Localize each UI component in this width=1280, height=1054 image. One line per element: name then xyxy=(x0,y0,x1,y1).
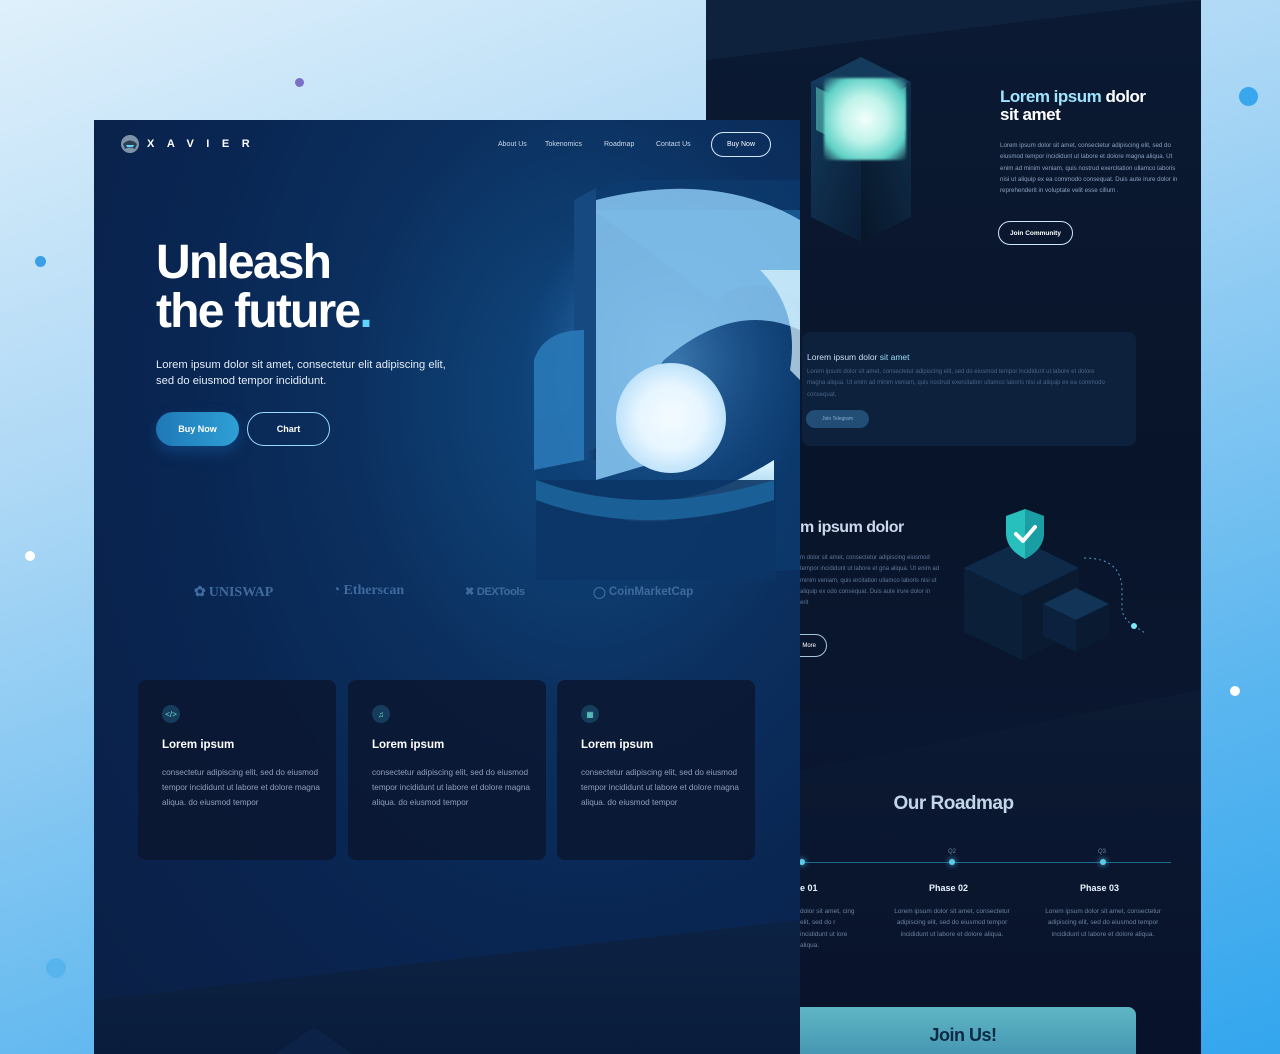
cube-glow xyxy=(824,78,906,160)
decor-dot xyxy=(35,256,46,267)
partner-coinmarketcap[interactable]: ◯ CoinMarketCap xyxy=(593,585,693,599)
helmet-logo-icon xyxy=(121,135,139,153)
feature-text: consectetur adipiscing elit, sed do eius… xyxy=(372,768,530,807)
roadmap-phase-title: e 01 xyxy=(800,883,818,893)
partner-name: UNISWAP xyxy=(208,584,274,600)
feature-title: Lorem ipsum xyxy=(581,739,654,751)
code-icon: </> xyxy=(162,705,180,723)
etherscan-icon: ◔ xyxy=(332,583,341,598)
chart-button[interactable]: Chart xyxy=(247,412,330,446)
coinmarketcap-icon: ◯ xyxy=(593,587,606,599)
hero-title-dot: . xyxy=(359,285,372,338)
feature-title: Lorem ipsum xyxy=(162,739,235,751)
decor-slant xyxy=(94,920,800,1054)
brand-logo[interactable]: XAVIER xyxy=(120,134,262,154)
network-icon: ▦ xyxy=(581,705,599,723)
decor-slant xyxy=(706,0,1201,60)
nav-buy-now-button[interactable]: Buy Now xyxy=(711,132,771,157)
roadmap-marker xyxy=(949,859,955,865)
nav-item-contact-us[interactable]: Contact Us xyxy=(656,141,691,148)
about-text: Lorem ipsum dolor sit amet, consectetur … xyxy=(1000,142,1178,195)
join-community-button[interactable]: Join Community xyxy=(998,221,1073,245)
roadmap-phase-text: Lorem ipsum dolor sit amet, consectetur … xyxy=(894,908,1010,938)
security-text: m dolor sit amet, consectetur adipiscing… xyxy=(800,555,940,607)
partner-name: Etherscan xyxy=(343,583,405,598)
join-us-title: Join Us! xyxy=(929,1025,997,1045)
feature-text: consectetur adipiscing elit, sed do eius… xyxy=(581,768,739,807)
feature-text: consectetur adipiscing elit, sed do eius… xyxy=(162,768,320,807)
roadmap-phase-text: dolor sit amet, cing elit, sed do r inci… xyxy=(800,908,855,949)
hero-title: Unleash the future. xyxy=(156,236,373,338)
partner-name: CoinMarketCap xyxy=(608,586,694,598)
security-title: m ipsum dolor xyxy=(800,519,904,536)
hero-subtitle: Lorem ipsum dolor sit amet, consectetur … xyxy=(156,359,446,387)
music-note-icon: ♫ xyxy=(372,705,390,723)
decor-dot xyxy=(295,78,304,87)
decor-dot xyxy=(1239,87,1258,106)
about-title-part: dolor xyxy=(1105,87,1146,106)
feature-card: </> Lorem ipsum consectetur adipiscing e… xyxy=(138,680,336,860)
brand-name: XAVIER xyxy=(147,138,263,150)
telegram-card-title: Lorem ipsum dolor sit amet xyxy=(807,352,910,362)
partner-name: DEXTools xyxy=(476,585,525,598)
roadmap-quarter: Q2 xyxy=(948,849,957,855)
nav-item-roadmap[interactable]: Roadmap xyxy=(604,141,634,148)
telegram-card-text: Lorem ipsum dolor sit amet, consectetur … xyxy=(807,369,1105,398)
glowing-portal-illustration xyxy=(524,180,800,580)
isometric-blocks-illustration xyxy=(964,540,1144,660)
feature-card: ♫ Lorem ipsum consectetur adipiscing eli… xyxy=(348,680,546,860)
partner-logos: ✿ UNISWAP ◔ Etherscan ✖ DEXTools ◯ CoinM… xyxy=(94,580,800,610)
about-title-line2: sit amet xyxy=(1000,105,1061,124)
decor-dot xyxy=(25,551,35,561)
decor-peak xyxy=(275,1027,353,1054)
decor-dot xyxy=(1230,686,1240,696)
decor-dot xyxy=(46,958,66,978)
about-title-highlight: Lorem ipsum xyxy=(1000,87,1102,106)
feature-card: ▦ Lorem ipsum consectetur adipiscing eli… xyxy=(557,680,755,860)
telegram-card: Lorem ipsum dolor sit amet Lorem ipsum d… xyxy=(802,332,1136,446)
nav-item-about-us[interactable]: About Us xyxy=(498,141,527,148)
roadmap-phase-title: Phase 03 xyxy=(1080,883,1120,893)
join-telegram-button[interactable]: Join Telegram xyxy=(806,410,869,428)
partner-dextools[interactable]: ✖ DEXTools xyxy=(465,585,525,599)
roadmap-phase-title: Phase 02 xyxy=(929,883,969,893)
landing-page-preview-front: XAVIER About Us Tokenomics Roadmap Conta… xyxy=(94,120,800,1054)
buy-now-button[interactable]: Buy Now xyxy=(156,412,239,446)
hero-title-line2: the future xyxy=(156,285,361,338)
dextools-icon: ✖ xyxy=(465,586,474,598)
partner-uniswap[interactable]: ✿ UNISWAP xyxy=(194,584,273,601)
telegram-card-title-a: Lorem ipsum dolor xyxy=(807,352,878,362)
join-us-banner: Join Us! xyxy=(790,1007,1136,1054)
feature-title: Lorem ipsum xyxy=(372,739,445,751)
roadmap-marker xyxy=(1100,859,1106,865)
roadmap-quarter: Q3 xyxy=(1098,849,1107,855)
shield-check-icon xyxy=(1006,509,1044,559)
about-title: Lorem ipsum dolor sit amet xyxy=(1000,88,1180,124)
partner-etherscan[interactable]: ◔ Etherscan xyxy=(332,583,404,599)
uniswap-icon: ✿ xyxy=(194,585,206,600)
telegram-card-title-b: sit amet xyxy=(879,352,910,362)
roadmap-phase-text: Lorem ipsum dolor sit amet, consectetur … xyxy=(1045,908,1161,938)
nav-item-tokenomics[interactable]: Tokenomics xyxy=(545,141,582,148)
hero-title-line1: Unleash xyxy=(156,236,332,289)
roadmap-timeline xyxy=(796,862,1171,863)
